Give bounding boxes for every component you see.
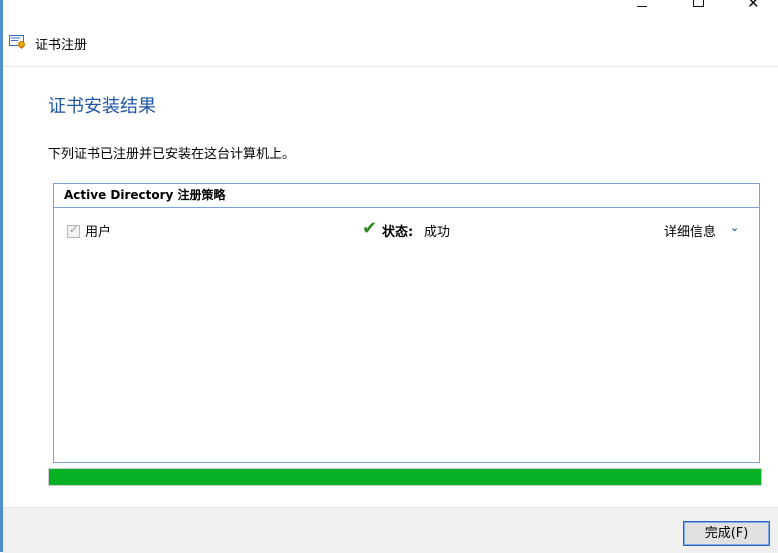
minimize-icon (637, 6, 647, 7)
progress-bar (48, 468, 762, 486)
status-value: 成功 (424, 225, 451, 240)
enrollment-policy-panel: Active Directory 注册策略 ✓ 用户 ✔ 状态: 成功 详细信息… (53, 183, 760, 463)
minimize-button[interactable] (620, 0, 664, 14)
progress-fill (49, 469, 761, 485)
footer-bar: 完成(F) (3, 507, 778, 553)
description-text: 下列证书已注册并已安装在这台计算机上。 (48, 147, 296, 162)
window-title: 证书注册 (35, 38, 88, 53)
chevron-down-icon[interactable]: ⌄ (730, 221, 739, 234)
window-left-border (0, 0, 3, 552)
page-heading: 证书安装结果 (48, 96, 156, 117)
policy-header: Active Directory 注册策略 (54, 184, 759, 208)
details-link[interactable]: 详细信息 (664, 221, 716, 240)
certificate-row: ✓ 用户 ✔ 状态: 成功 详细信息 ⌄ (54, 218, 759, 242)
success-check-icon: ✔ (362, 218, 378, 239)
close-icon: ✕ (747, 0, 760, 12)
close-button[interactable]: ✕ (734, 0, 778, 14)
maximize-button[interactable] (676, 0, 720, 14)
maximize-icon (693, 0, 704, 7)
status-label: 状态: (382, 225, 414, 240)
title-bar: 证书注册 (3, 30, 703, 58)
certificate-icon (9, 35, 25, 49)
checkbox-check-icon: ✓ (69, 223, 79, 236)
header-divider (3, 66, 778, 67)
finish-button[interactable]: 完成(F) (683, 521, 770, 546)
certificate-checkbox[interactable]: ✓ (67, 223, 80, 238)
certificate-name: 用户 (85, 225, 112, 240)
